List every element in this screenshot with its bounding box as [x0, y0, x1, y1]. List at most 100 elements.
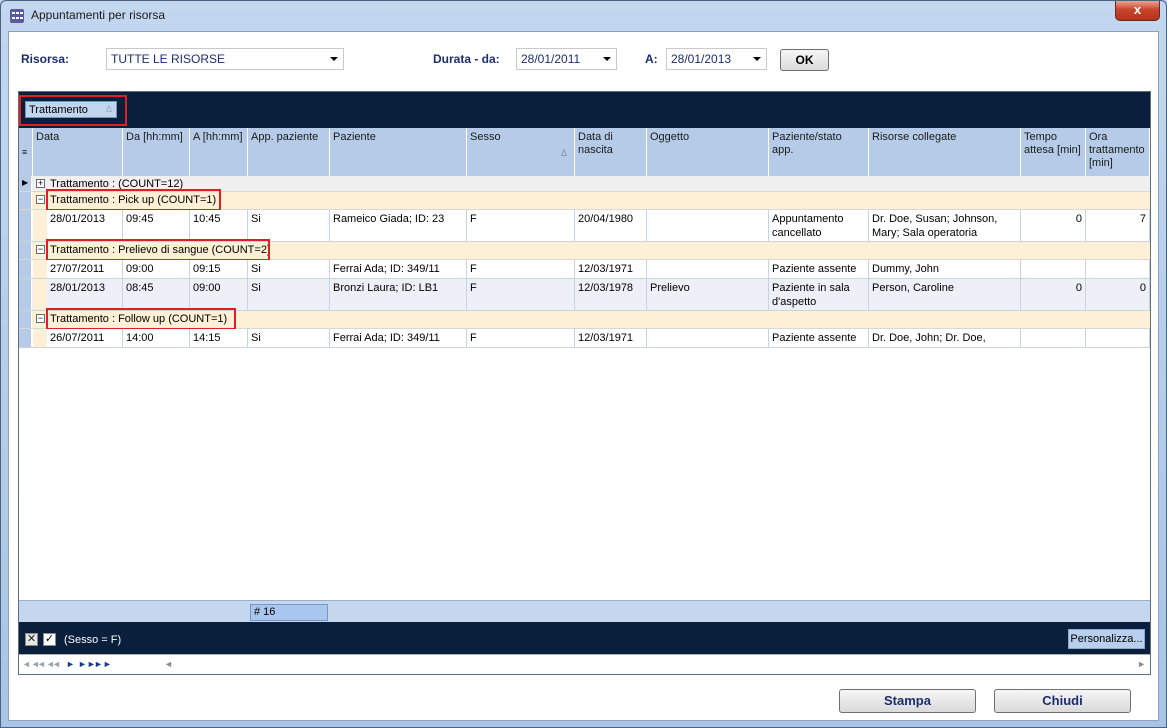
table-cell[interactable] [1086, 329, 1150, 347]
table-cell[interactable] [647, 210, 769, 241]
column-header[interactable]: Da [hh:mm] [123, 128, 190, 176]
column-header[interactable]: Risorse collegate [869, 128, 1021, 176]
table-cell[interactable]: 27/07/2011 [47, 260, 123, 278]
row-indicator [19, 242, 32, 259]
print-button[interactable]: Stampa [839, 689, 976, 713]
column-header[interactable]: Paziente [330, 128, 467, 176]
scroll-left-icon[interactable]: ◄ [164, 659, 173, 669]
column-header[interactable]: App. paziente [248, 128, 330, 176]
column-header[interactable]: Ora trattamento [min] [1086, 128, 1150, 176]
table-cell[interactable]: 0 [1086, 279, 1150, 310]
table-cell[interactable]: Prelievo [647, 279, 769, 310]
close-button[interactable]: Chiudi [994, 689, 1131, 713]
next-record-icon[interactable]: ► [66, 659, 75, 669]
table-row[interactable]: 28/01/2013 09:45 10:45 Si Rameico Giada; ID:… [19, 210, 1150, 242]
table-row[interactable]: 28/01/2013 08:45 09:00 Si Bronzi Laura; ID: … [19, 279, 1150, 311]
a-label: A: [645, 52, 658, 66]
table-cell[interactable]: F [467, 279, 575, 310]
table-cell[interactable]: Dummy, John [869, 260, 1021, 278]
table-cell[interactable]: 7 [1086, 210, 1150, 241]
table-cell[interactable]: Si [248, 329, 330, 347]
table-cell[interactable]: 09:00 [190, 279, 248, 310]
table-cell[interactable] [647, 329, 769, 347]
table-cell[interactable]: Ferrai Ada; ID: 349/11 [330, 260, 467, 278]
expand-icon[interactable]: + [36, 179, 45, 188]
table-cell[interactable]: 09:45 [123, 210, 190, 241]
table-cell[interactable]: F [467, 260, 575, 278]
table-cell[interactable]: 0 [1021, 279, 1086, 310]
group-row[interactable]: − Trattamento : Follow up (COUNT=1) [19, 308, 1150, 330]
highlight-box [46, 239, 270, 261]
table-cell[interactable]: 09:15 [190, 260, 248, 278]
table-row[interactable]: 27/07/2011 09:00 09:15 Si Ferrai Ada; ID: 34… [19, 260, 1150, 279]
table-cell[interactable]: Paziente assente [769, 260, 869, 278]
durata-label: Durata - da: [433, 52, 500, 66]
filter-expression[interactable]: (Sesso = F) [64, 634, 121, 646]
table-cell[interactable]: Dr. Doe, Susan; Johnson, Mary; Sala oper… [869, 210, 1021, 241]
table-cell[interactable]: 10:45 [190, 210, 248, 241]
table-cell[interactable]: Ferrai Ada; ID: 349/11 [330, 329, 467, 347]
table-cell[interactable]: 09:00 [123, 260, 190, 278]
table-cell[interactable]: Si [248, 260, 330, 278]
table-cell[interactable]: 12/03/1978 [575, 279, 647, 310]
date-to-picker[interactable]: 28/01/2013 [666, 48, 767, 70]
highlight-box [46, 189, 221, 211]
table-cell[interactable]: F [467, 329, 575, 347]
table-cell[interactable]: 20/04/1980 [575, 210, 647, 241]
table-cell[interactable]: 28/01/2013 [47, 279, 123, 310]
column-header[interactable]: Sesso [467, 128, 575, 176]
table-cell[interactable]: Rameico Giada; ID: 23 [330, 210, 467, 241]
table-cell[interactable]: Si [248, 210, 330, 241]
table-row[interactable]: 26/07/2011 14:00 14:15 Si Ferrai Ada; ID: 34… [19, 329, 1150, 348]
collapse-icon[interactable]: − [36, 195, 45, 204]
column-header[interactable]: A [hh:mm] [190, 128, 248, 176]
risorsa-label: Risorsa: [21, 52, 70, 66]
row-indicator [19, 210, 32, 241]
filter-enabled-checkbox[interactable]: ✓ [43, 633, 56, 646]
table-cell[interactable]: 26/07/2011 [47, 329, 123, 347]
column-header[interactable]: Data di nascita [575, 128, 647, 176]
table-cell[interactable] [647, 260, 769, 278]
group-row[interactable]: − Trattamento : Prelievo di sangue (COUNT… [19, 239, 1150, 261]
column-header[interactable]: Paziente/stato app. [769, 128, 869, 176]
customize-button[interactable]: Personalizza... [1068, 629, 1145, 649]
table-cell[interactable] [1086, 260, 1150, 278]
title-bar: Appuntamenti per risorsa x [1, 1, 1166, 31]
prev-record-icon[interactable]: ◄ [52, 659, 61, 669]
table-cell[interactable]: 0 [1021, 210, 1086, 241]
collapse-icon[interactable]: − [36, 314, 45, 323]
date-from-picker[interactable]: 28/01/2011 [516, 48, 617, 70]
table-cell[interactable] [1021, 329, 1086, 347]
table-cell[interactable]: Person, Caroline [869, 279, 1021, 310]
table-cell[interactable]: Bronzi Laura; ID: LB1 [330, 279, 467, 310]
last-page-icon[interactable]: ►► [94, 659, 112, 669]
table-cell[interactable]: Paziente in sala d'aspetto [769, 279, 869, 310]
table-cell[interactable]: 14:00 [123, 329, 190, 347]
risorsa-dropdown[interactable]: TUTTE LE RISORSE [106, 48, 344, 70]
count-summary: # 16 [250, 604, 328, 621]
column-header[interactable]: Data [33, 128, 123, 176]
scroll-right-icon[interactable]: ► [1137, 659, 1146, 669]
column-header[interactable]: Tempo attesa [min] [1021, 128, 1086, 176]
table-cell[interactable]: Dr. Doe, John; Dr. Doe, Susan [869, 329, 1021, 347]
table-cell[interactable]: F [467, 210, 575, 241]
collapse-icon[interactable]: − [36, 245, 45, 254]
table-cell[interactable]: 12/03/1971 [575, 329, 647, 347]
row-selector-header[interactable]: ≡ [19, 128, 33, 176]
row-indicator [19, 329, 32, 347]
column-header[interactable]: Oggetto [647, 128, 769, 176]
table-cell[interactable]: Appuntamento cancellato [769, 210, 869, 241]
table-cell[interactable]: 14:15 [190, 329, 248, 347]
table-cell[interactable]: 08:45 [123, 279, 190, 310]
table-cell[interactable]: Paziente assente [769, 329, 869, 347]
table-cell[interactable]: 28/01/2013 [47, 210, 123, 241]
table-cell[interactable]: 12/03/1971 [575, 260, 647, 278]
ok-button[interactable]: OK [780, 49, 829, 71]
table-cell[interactable]: Si [248, 279, 330, 310]
group-row[interactable]: − Trattamento : Pick up (COUNT=1) [19, 189, 1150, 211]
group-indent [33, 260, 47, 278]
summary-footer: # 16 [19, 600, 1150, 622]
clear-filter-icon[interactable]: ✕ [25, 633, 38, 646]
table-cell[interactable] [1021, 260, 1086, 278]
window-close-button[interactable]: x [1115, 1, 1160, 21]
